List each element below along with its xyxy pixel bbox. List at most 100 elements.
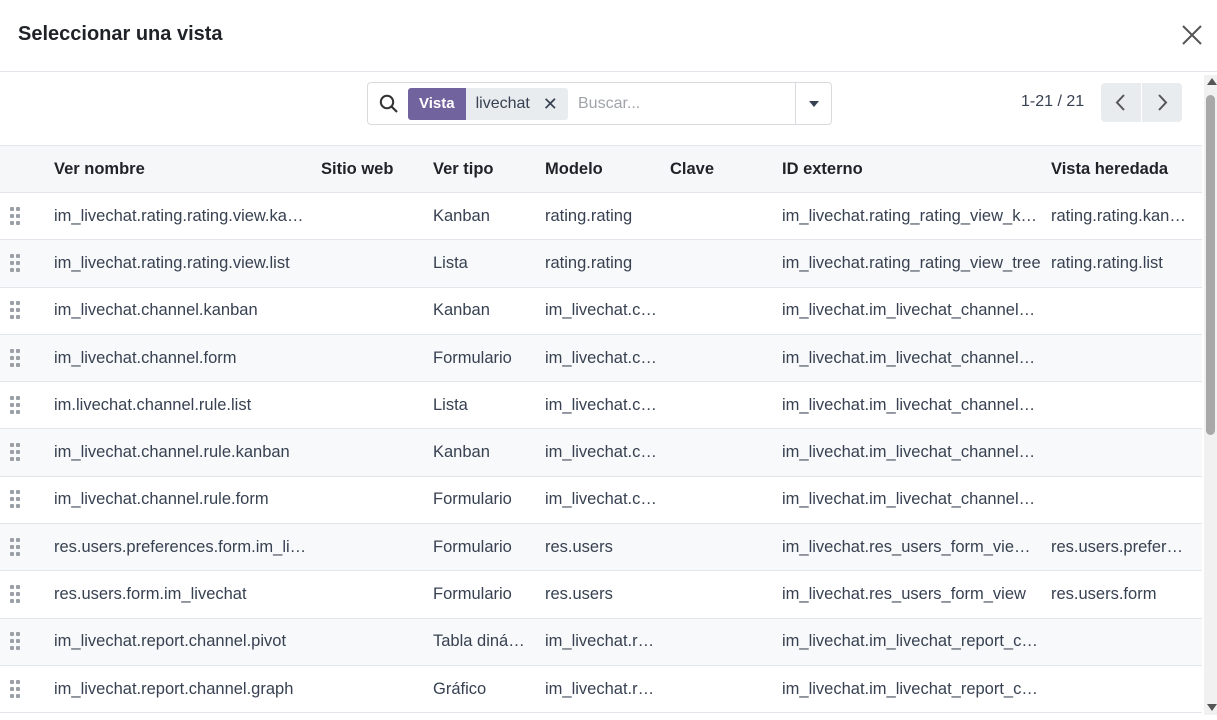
cell-external-id: im_livechat.im_livechat_channel_rule_vie…	[782, 381, 1051, 430]
drag-handle-icon[interactable]	[10, 632, 22, 651]
drag-handle-icon[interactable]	[10, 490, 22, 509]
cell-inherited-view: res.users.preferences.form	[1051, 523, 1202, 572]
row-handle	[0, 239, 54, 288]
cell-external-id: im_livechat.im_livechat_channel_rule_vie…	[782, 428, 1051, 477]
table-row[interactable]: im_livechat.channel.rule.form Formulario i…	[0, 476, 1202, 525]
scroll-down-arrow-icon[interactable]	[1207, 704, 1217, 711]
facet-label: Vista	[408, 88, 466, 120]
scroll-up-arrow-icon[interactable]	[1207, 78, 1217, 85]
column-header-key[interactable]: Clave	[670, 145, 782, 193]
cell-type: Lista	[433, 239, 545, 288]
table-row[interactable]: im_livechat.report.channel.graph Gráfico i…	[0, 665, 1202, 714]
column-header-external-id[interactable]: ID externo	[782, 145, 1051, 193]
table-row[interactable]: im_livechat.report.channel.pivot Tabla di…	[0, 618, 1202, 666]
table-row[interactable]: res.users.form.im_livechat Formulario res.…	[0, 570, 1202, 619]
row-handle	[0, 192, 54, 241]
drag-handle-icon[interactable]	[10, 585, 22, 604]
cell-inherited-view	[1051, 334, 1202, 383]
cell-external-id: im_livechat.im_livechat_report_channel_v…	[782, 618, 1051, 666]
cell-type: Kanban	[433, 428, 545, 477]
row-handle	[0, 476, 54, 525]
scrollbar-thumb[interactable]	[1206, 95, 1215, 435]
cell-model: res.users	[545, 523, 670, 572]
drag-handle-icon[interactable]	[10, 348, 22, 367]
facet-value-text: livechat	[475, 95, 530, 112]
table-row[interactable]: im_livechat.channel.kanban Kanban im_livec…	[0, 287, 1202, 335]
cell-key	[670, 287, 782, 335]
cell-external-id: im_livechat.rating_rating_view_kanban	[782, 192, 1051, 241]
cell-model: rating.rating	[545, 192, 670, 241]
close-icon[interactable]	[1178, 21, 1206, 49]
cell-website	[321, 618, 433, 666]
drag-handle-icon[interactable]	[10, 537, 22, 556]
pager-value[interactable]: 1-21 / 21	[1021, 93, 1084, 111]
cell-type: Tabla dinámica	[433, 618, 545, 666]
cell-name: im.livechat.channel.rule.list	[54, 381, 321, 430]
pager-next-button[interactable]	[1142, 83, 1182, 122]
search-icon[interactable]	[379, 94, 399, 114]
cell-website	[321, 287, 433, 335]
table-row[interactable]: im_livechat.rating.rating.view.list Lista…	[0, 239, 1202, 288]
cell-inherited-view: rating.rating.list	[1051, 239, 1202, 288]
cell-key	[670, 570, 782, 619]
cell-model: im_livechat.channel	[545, 287, 670, 335]
cell-type: Kanban	[433, 287, 545, 335]
drag-handle-icon[interactable]	[10, 443, 22, 462]
cell-key	[670, 523, 782, 572]
cell-model: im_livechat.channel.rule	[545, 428, 670, 477]
cell-website	[321, 239, 433, 288]
dialog-header: Seleccionar una vista	[0, 0, 1217, 72]
cell-website	[321, 428, 433, 477]
cell-inherited-view	[1051, 287, 1202, 335]
cell-type: Formulario	[433, 476, 545, 525]
table-row[interactable]: im_livechat.channel.rule.kanban Kanban im_…	[0, 428, 1202, 477]
column-header-model[interactable]: Modelo	[545, 145, 670, 193]
column-header-website[interactable]: Sitio web	[321, 145, 433, 193]
drag-handle-icon[interactable]	[10, 679, 22, 698]
row-handle	[0, 570, 54, 619]
cell-key	[670, 239, 782, 288]
cell-type: Formulario	[433, 334, 545, 383]
table-row[interactable]: im_livechat.channel.form Formulario im_liv…	[0, 334, 1202, 383]
cell-external-id: im_livechat.im_livechat_channel_rule_vie…	[782, 476, 1051, 525]
cell-website	[321, 665, 433, 714]
facet-value: livechat ✕	[465, 88, 568, 120]
cell-key	[670, 334, 782, 383]
column-header-name[interactable]: Ver nombre	[54, 145, 321, 193]
cell-key	[670, 618, 782, 666]
cell-model: im_livechat.channel.rule	[545, 476, 670, 525]
search-input[interactable]	[578, 89, 778, 119]
chevron-left-icon	[1115, 94, 1125, 111]
cell-name: im_livechat.report.channel.graph	[54, 665, 321, 714]
cell-website	[321, 476, 433, 525]
cell-name: im_livechat.channel.rule.kanban	[54, 428, 321, 477]
cell-type: Formulario	[433, 570, 545, 619]
cell-website	[321, 381, 433, 430]
drag-handle-icon[interactable]	[10, 395, 22, 414]
pager-previous-button[interactable]	[1101, 83, 1141, 122]
drag-handle-icon[interactable]	[10, 301, 22, 320]
cell-external-id: im_livechat.im_livechat_report_channel_v…	[782, 665, 1051, 714]
chevron-right-icon	[1158, 94, 1168, 111]
column-header-type[interactable]: Ver tipo	[433, 145, 545, 193]
column-handle	[0, 145, 54, 193]
cell-model: im_livechat.report.channel	[545, 665, 670, 714]
facet-remove-icon[interactable]: ✕	[543, 88, 558, 120]
vertical-scrollbar[interactable]	[1204, 75, 1217, 715]
cell-external-id: im_livechat.im_livechat_channel_view_kan…	[782, 287, 1051, 335]
table-row[interactable]: res.users.preferences.form.im_livechat Fo…	[0, 523, 1202, 572]
cell-name: im_livechat.rating.rating.view.list	[54, 239, 321, 288]
table-row[interactable]: im.livechat.channel.rule.list Lista im_liv…	[0, 381, 1202, 430]
cell-name: im_livechat.channel.kanban	[54, 287, 321, 335]
cell-model: im_livechat.report.channel	[545, 618, 670, 666]
cell-key	[670, 428, 782, 477]
cell-external-id: im_livechat.rating_rating_view_tree	[782, 239, 1051, 288]
drag-handle-icon[interactable]	[10, 253, 22, 272]
cell-inherited-view	[1051, 618, 1202, 666]
cell-name: im_livechat.report.channel.pivot	[54, 618, 321, 666]
drag-handle-icon[interactable]	[10, 206, 22, 225]
column-header-inherited-view[interactable]: Vista heredada	[1051, 145, 1202, 193]
cell-name: im_livechat.rating.rating.view.kanban	[54, 192, 321, 241]
table-row[interactable]: im_livechat.rating.rating.view.kanban Kan…	[0, 192, 1202, 241]
search-options-toggle[interactable]	[795, 83, 831, 124]
